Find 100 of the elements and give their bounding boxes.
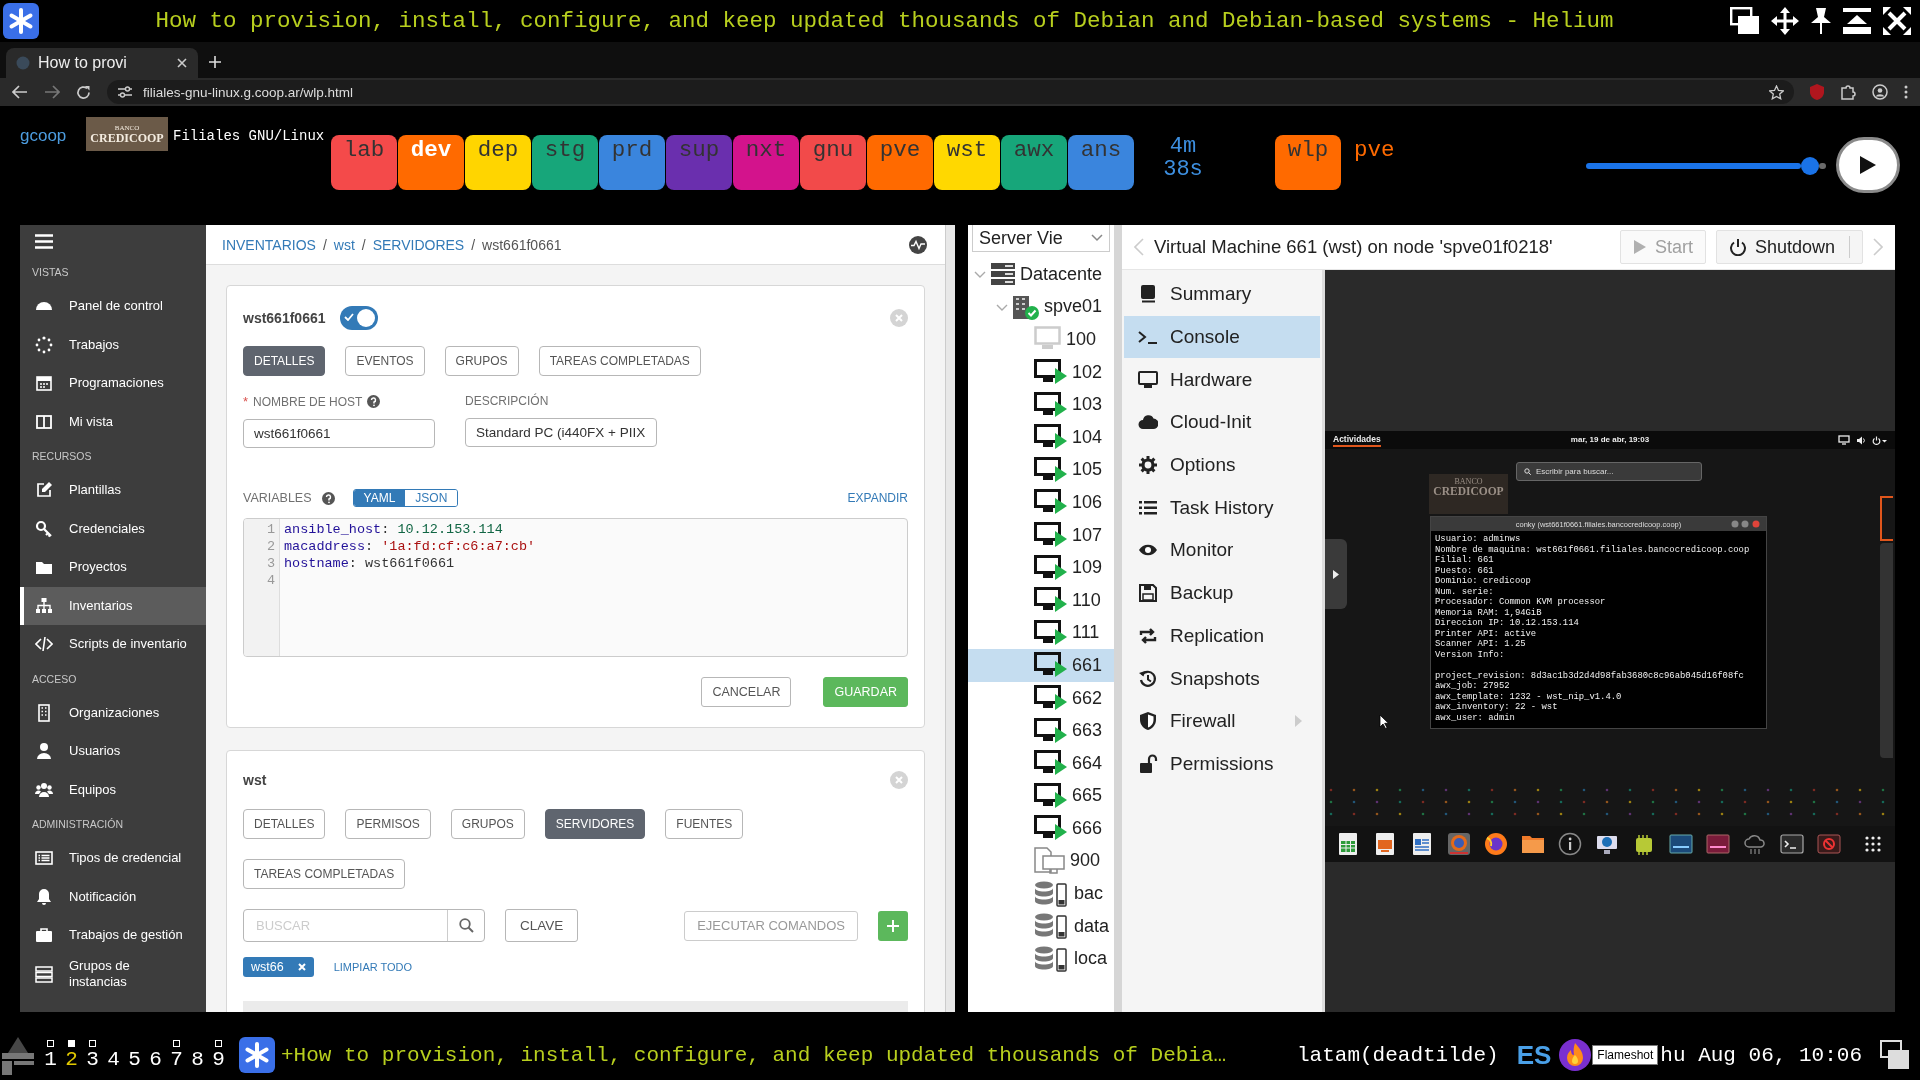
nav-item[interactable]: Credenciales (20, 509, 206, 548)
view-selector[interactable]: Server Vie (972, 225, 1110, 252)
play-button[interactable] (1836, 137, 1900, 193)
tree-item[interactable]: bac (968, 877, 1114, 910)
nav-item[interactable]: Trabajos de gestión (20, 916, 206, 955)
nav-item[interactable]: Grupos de instancias (20, 954, 206, 993)
tab[interactable]: FUENTES (665, 809, 744, 839)
spreadsheet-icon[interactable] (1336, 832, 1360, 856)
tree-item[interactable]: 662 (968, 681, 1114, 715)
back-icon[interactable] (12, 85, 28, 99)
language-indicator[interactable]: ES (1516, 1039, 1552, 1071)
menu-item[interactable]: Task History (1124, 486, 1320, 530)
workspace-button[interactable]: 1 (40, 1039, 61, 1071)
nav-item[interactable]: Inventarios (20, 586, 206, 625)
tree-item[interactable]: 661 (968, 649, 1114, 682)
reload-icon[interactable] (76, 84, 91, 100)
globe-icon[interactable] (1447, 832, 1471, 856)
menu-item[interactable]: Cloud-Init (1124, 401, 1320, 444)
workspace-button[interactable]: 6 (145, 1039, 166, 1071)
tree-item[interactable]: data (968, 909, 1114, 943)
environment-tile[interactable]: dep (465, 135, 531, 190)
new-tab-icon[interactable] (208, 55, 222, 69)
windows-icon[interactable] (1730, 7, 1760, 35)
slider-track[interactable] (1819, 163, 1826, 169)
menu-item[interactable]: Summary (1124, 273, 1320, 316)
search-field[interactable]: Escribir para buscar... (1516, 462, 1702, 481)
browser-tab[interactable]: How to provi (6, 48, 198, 78)
help-icon[interactable] (321, 491, 335, 505)
menu-icon[interactable] (1904, 85, 1908, 99)
screen-icon[interactable] (1706, 832, 1730, 856)
menu-item[interactable]: Options (1124, 443, 1320, 487)
environment-tile[interactable]: gnu (800, 135, 866, 190)
workspace-button[interactable]: 8 (187, 1039, 208, 1071)
environment-tile[interactable]: wst (934, 135, 1000, 190)
tab[interactable]: TAREAS COMPLETADAS (538, 346, 701, 376)
breadcrumb-link[interactable]: wst (333, 236, 355, 253)
tree-item[interactable]: 100 (968, 323, 1114, 356)
menu-item[interactable]: Replication (1124, 614, 1320, 658)
app-icon[interactable] (3, 3, 39, 39)
code-editor[interactable]: 1 2 3 4 ansible_host: 10.12.153.114 macaddress: '1a:fd:cf:c6:a7:cb' hostname: wst661f0661 (243, 518, 908, 657)
tree-item[interactable]: 663 (968, 714, 1114, 747)
tab[interactable]: DETALLES (243, 346, 326, 376)
menu-item[interactable]: Snapshots (1124, 657, 1320, 700)
workspace-button[interactable]: 2 (61, 1039, 82, 1071)
forward-icon[interactable] (44, 85, 60, 99)
tree-item[interactable]: 111 (968, 616, 1114, 650)
cloud-icon[interactable] (1743, 832, 1767, 856)
breadcrumb-link[interactable]: INVENTARIOS (222, 236, 316, 253)
move-icon[interactable] (1770, 6, 1800, 36)
nav-item[interactable]: Trabajos (20, 325, 206, 364)
tab[interactable]: EVENTOS (345, 346, 425, 376)
workspace-button[interactable]: 4 (103, 1039, 124, 1071)
environment-tile[interactable]: awx (1001, 135, 1067, 190)
filter-tag[interactable]: wst66 (243, 957, 314, 977)
tree-item[interactable]: Datacente (968, 258, 1114, 291)
tree-item[interactable]: 104 (968, 420, 1114, 454)
help-icon[interactable] (367, 395, 381, 408)
current-tile[interactable]: wlp (1275, 135, 1341, 190)
window-icon[interactable] (1880, 1040, 1910, 1070)
address-bar[interactable]: filiales-gnu-linux.g.coop.ar/wlp.html (107, 80, 1794, 104)
menu-item[interactable]: Console (1124, 315, 1320, 359)
tab[interactable]: PERMISOS (345, 809, 431, 839)
site-info-icon[interactable] (117, 85, 133, 99)
nav-item[interactable]: Usuarios (20, 732, 206, 771)
shade-icon[interactable] (1842, 7, 1872, 35)
nav-item[interactable]: Notificación (20, 877, 206, 916)
menu-item[interactable]: Permissions (1124, 742, 1320, 786)
menu-icon[interactable] (35, 233, 53, 249)
menu-item[interactable]: Firewall (1124, 699, 1320, 743)
tree-item[interactable]: 106 (968, 486, 1114, 519)
toolbar-button[interactable]: Shutdown (1715, 230, 1863, 264)
remove-icon[interactable] (297, 963, 306, 971)
close-icon[interactable] (1882, 6, 1912, 36)
workspace-button[interactable]: 5 (124, 1039, 145, 1071)
nav-item[interactable]: Equipos (20, 770, 206, 809)
workspace-button[interactable]: 3 (82, 1039, 103, 1071)
input-field[interactable]: wst661f0661 (243, 419, 435, 448)
distro-icon[interactable] (0, 1035, 36, 1075)
tab[interactable]: SERVIDORES (544, 809, 646, 839)
tree-item[interactable]: 109 (968, 551, 1114, 584)
environment-tile[interactable]: lab (331, 135, 397, 190)
close-icon[interactable] (176, 57, 188, 69)
toggle-switch[interactable] (339, 306, 378, 330)
nav-item[interactable]: Proyectos (20, 548, 206, 587)
menu-item[interactable]: Monitor (1124, 529, 1320, 572)
tree-item[interactable]: loca (968, 942, 1114, 976)
workspace-button[interactable]: 9 (208, 1039, 229, 1071)
environment-tile[interactable]: stg (532, 135, 598, 190)
workspace-button[interactable]: 7 (166, 1039, 187, 1071)
tab[interactable]: TAREAS COMPLETADAS (243, 859, 406, 889)
blocked-icon[interactable] (1817, 832, 1841, 856)
app-icon[interactable] (239, 1037, 275, 1073)
browser-icon[interactable] (1484, 832, 1508, 856)
activities-button[interactable]: Actividades (1333, 433, 1381, 447)
nav-item[interactable]: Programaciones (20, 364, 206, 403)
tree-item[interactable]: 664 (968, 746, 1114, 780)
pin-icon[interactable] (1810, 7, 1832, 35)
tree-item[interactable]: 666 (968, 812, 1114, 845)
activity-icon[interactable] (909, 235, 927, 254)
profile-icon[interactable] (1872, 84, 1888, 100)
